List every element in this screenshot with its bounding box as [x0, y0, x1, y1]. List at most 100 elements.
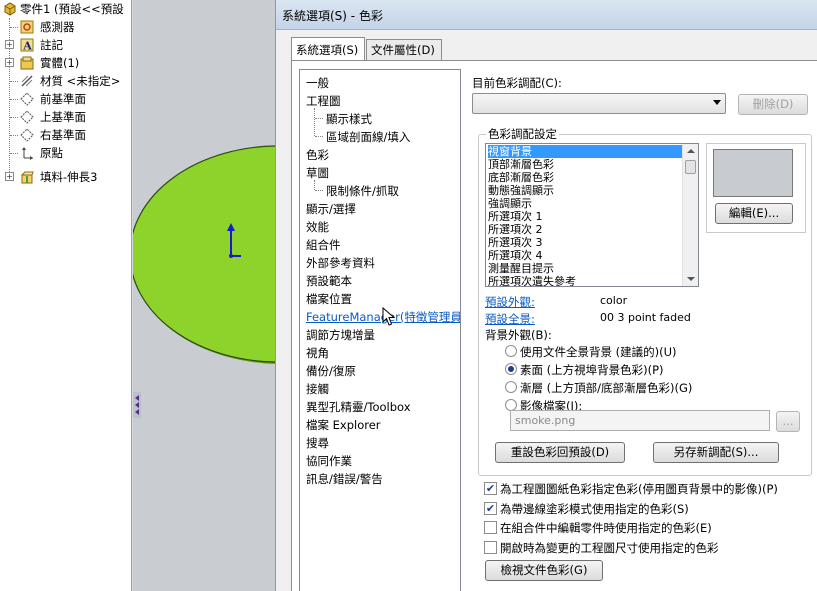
radio-label: 素面 (上方視埠背景色彩)(P) — [520, 363, 664, 377]
tree-item-sensors[interactable]: 感測器 — [0, 18, 131, 36]
category-external-references[interactable]: 外部參考資料 — [306, 254, 375, 272]
part-face — [133, 145, 275, 363]
expand-toggle[interactable]: + — [5, 40, 14, 49]
tree-item-boss-extrude3[interactable]: + 填料-伸長3 — [0, 168, 131, 186]
tree-item-material[interactable]: 材質 <未指定> — [0, 72, 131, 90]
tree-item-label: 右基準面 — [40, 128, 86, 142]
image-file-field[interactable]: smoke.png — [510, 410, 770, 431]
category-area-hatch-fill[interactable]: 區域剖面線/填入 — [326, 128, 410, 146]
category-assemblies[interactable]: 組合件 — [306, 236, 341, 254]
dialog-titlebar[interactable]: 系統選項(S) - 色彩 — [276, 0, 817, 30]
scheme-item-bottom-gradient[interactable]: 底部漸層色彩 — [488, 171, 684, 184]
graphics-area[interactable] — [133, 0, 275, 591]
category-file-locations[interactable]: 檔案位置 — [306, 290, 352, 308]
category-collaboration[interactable]: 協同作業 — [306, 452, 352, 470]
scroll-thumb[interactable] — [685, 160, 696, 174]
feature-manager-tree: 零件1 (預設<<預設 感測器 + A 註記 + 實體(1) 材質 <未指定> — [0, 0, 132, 591]
category-hole-wizard-toolbox[interactable]: 異型孔精靈/Toolbox — [306, 398, 411, 416]
radio-plain-background[interactable] — [505, 363, 517, 375]
current-scheme-dropdown[interactable] — [472, 93, 726, 114]
plane-icon — [20, 110, 34, 124]
tree-item-label: 前基準面 — [40, 92, 86, 106]
default-appearance-value: color — [600, 294, 628, 307]
category-general[interactable]: 一般 — [306, 74, 329, 92]
radio-gradient-background[interactable] — [505, 381, 517, 393]
scheme-list-scrollbar[interactable] — [682, 144, 698, 286]
scheme-item-selected-4[interactable]: 所選項次 4 — [488, 249, 684, 262]
checkbox-drawing-paper-color[interactable]: ✔ — [484, 482, 497, 495]
scheme-item-viewport-background[interactable]: 視窗背景 — [488, 145, 684, 158]
tree-item-label: 填料-伸長3 — [40, 170, 98, 184]
view-document-colors-button[interactable]: 檢視文件色彩(G) — [485, 560, 603, 581]
scroll-down-icon[interactable] — [687, 277, 695, 281]
category-touch[interactable]: 接觸 — [306, 380, 329, 398]
scheme-item-dynamic-highlight[interactable]: 動態強調顯示 — [488, 184, 684, 197]
tab-panel: 一般 工程圖 顯示樣式 區域剖面線/填入 色彩 草圖 限制條件/抓取 顯示/選擇… — [291, 60, 817, 591]
category-sketch[interactable]: 草圖 — [306, 164, 329, 182]
panel-splitter-handle[interactable] — [133, 392, 141, 418]
tree-item-annotations[interactable]: + A 註記 — [0, 36, 131, 54]
plane-icon — [20, 128, 34, 142]
save-as-scheme-button[interactable]: 另存新調配(S)... — [653, 442, 779, 463]
radio-label: 漸層 (上方頂部/底部漸層色彩)(G) — [520, 381, 693, 395]
color-scheme-item-list[interactable]: 視窗背景 頂部漸層色彩 底部漸層色彩 動態強調顯示 強調顯示 所選項次 1 所選… — [485, 143, 699, 287]
category-file-explorer[interactable]: 檔案 Explorer — [306, 416, 381, 434]
radio-use-scene-background[interactable] — [505, 345, 517, 357]
tree-item-front-plane[interactable]: 前基準面 — [0, 90, 131, 108]
mouse-cursor-icon — [382, 307, 396, 326]
tree-item-label: 註記 — [40, 38, 63, 52]
category-relations-snaps[interactable]: 限制條件/抓取 — [326, 182, 399, 200]
scheme-item-top-gradient[interactable]: 頂部漸層色彩 — [488, 158, 684, 171]
browse-button[interactable]: ... — [776, 411, 800, 432]
part-model[interactable] — [133, 0, 275, 591]
category-view[interactable]: 視角 — [306, 344, 329, 362]
checkbox-changed-dimensions-color[interactable] — [484, 541, 497, 554]
category-default-templates[interactable]: 預設範本 — [306, 272, 352, 290]
color-preview-panel: 編輯(E)... — [706, 143, 806, 233]
category-spin-box-increments[interactable]: 調節方塊增量 — [306, 326, 375, 344]
expand-toggle[interactable]: + — [5, 172, 14, 181]
checkbox-label: 為工程圖圖紙色彩指定色彩(停用圖頁背景中的影像)(P) — [500, 482, 778, 496]
tree-item-origin[interactable]: 原點 — [0, 144, 131, 162]
tree-item-right-plane[interactable]: 右基準面 — [0, 126, 131, 144]
scheme-item-selected-3[interactable]: 所選項次 3 — [488, 236, 684, 249]
origin-icon — [20, 146, 34, 160]
tree-item-label: 零件1 (預設<<預設 — [20, 2, 124, 16]
checkbox-shaded-with-edges-color[interactable]: ✔ — [484, 502, 497, 515]
category-display-style[interactable]: 顯示樣式 — [326, 110, 372, 128]
tree-item-top-plane[interactable]: 上基準面 — [0, 108, 131, 126]
category-performance[interactable]: 效能 — [306, 218, 329, 236]
scheme-item-selected-2[interactable]: 所選項次 2 — [488, 223, 684, 236]
scheme-item-selected-1[interactable]: 所選項次 1 — [488, 210, 684, 223]
tree-item-part1[interactable]: 零件1 (預設<<預設 — [0, 0, 131, 18]
current-scheme-label: 目前色彩調配(C): — [472, 76, 562, 90]
part-icon — [3, 2, 17, 16]
scheme-item-measure-highlight[interactable]: 測量醒目提示 — [488, 262, 684, 275]
tab-document-properties[interactable]: 文件屬性(D) — [366, 39, 442, 61]
category-drawings[interactable]: 工程圖 — [306, 92, 341, 110]
category-display-selection[interactable]: 顯示/選擇 — [306, 200, 356, 218]
reset-colors-button[interactable]: 重設色彩回預設(D) — [495, 442, 625, 463]
scroll-up-icon[interactable] — [687, 149, 695, 153]
background-appearance-label: 背景外觀(B): — [485, 328, 552, 342]
delete-scheme-button[interactable]: 刪除(D) — [738, 94, 808, 115]
scheme-item-highlight[interactable]: 強調顯示 — [488, 197, 684, 210]
checkbox-label: 開啟時為變更的工程圖尺寸使用指定的色彩 — [500, 541, 719, 555]
tab-system-options[interactable]: 系統選項(S) — [291, 37, 365, 60]
category-search[interactable]: 搜尋 — [306, 434, 329, 452]
category-backup-recover[interactable]: 備份/復原 — [306, 362, 356, 380]
default-scene-link[interactable]: 預設全景: — [485, 311, 535, 327]
plane-icon — [20, 92, 34, 106]
category-colors[interactable]: 色彩 — [306, 146, 329, 164]
expand-toggle[interactable]: + — [5, 58, 14, 67]
tree-item-solid-bodies[interactable]: + 實體(1) — [0, 54, 131, 72]
annotation-icon: A — [20, 38, 34, 53]
chevron-down-icon — [713, 100, 721, 105]
edit-color-button[interactable]: 編輯(E)... — [715, 203, 793, 224]
default-appearance-link[interactable]: 預設外觀: — [485, 294, 535, 310]
category-messages-errors-warnings[interactable]: 訊息/錯誤/警告 — [306, 470, 383, 488]
checkbox-label: 在組合件中編輯零件時使用指定的色彩(E) — [500, 521, 712, 535]
system-options-dialog: 系統選項(S) - 色彩 系統選項(S) 文件屬性(D) 一般 工程圖 顯示樣式… — [275, 0, 817, 591]
checkbox-edit-part-in-assembly-color[interactable] — [484, 521, 497, 534]
scheme-item-selected-missing-ref[interactable]: 所選項次遺失參考 — [488, 275, 684, 286]
